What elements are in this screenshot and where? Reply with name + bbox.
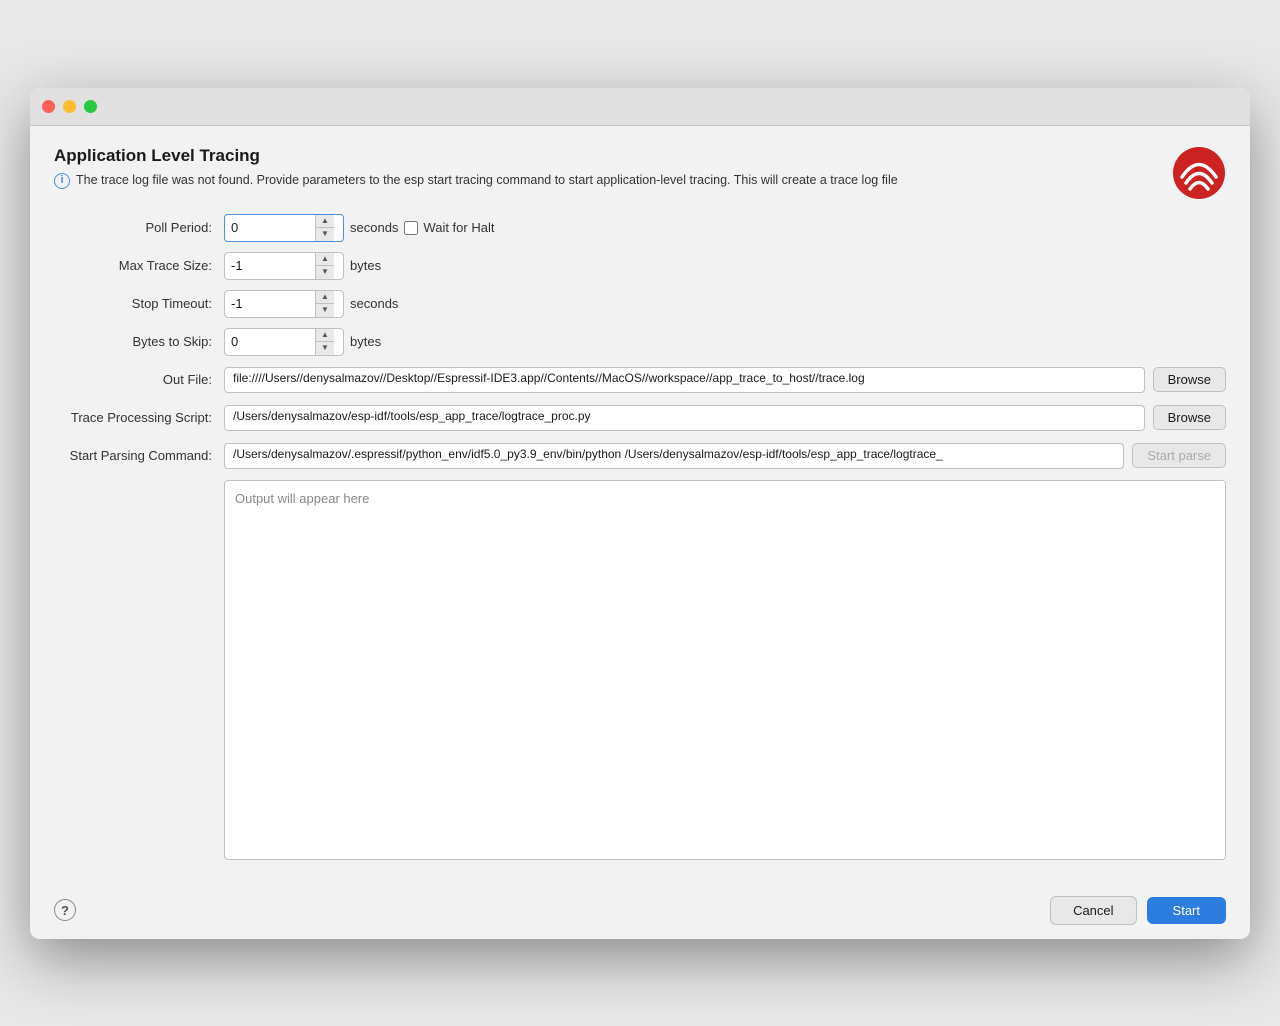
form-section: Poll Period: ▲ ▼ seconds Wait for Halt — [54, 214, 1226, 860]
bytes-to-skip-spinner[interactable]: ▲ ▼ — [224, 328, 344, 356]
max-trace-size-label: Max Trace Size: — [54, 258, 224, 273]
trace-processing-script-field[interactable]: /Users/denysalmazov/esp-idf/tools/esp_ap… — [224, 405, 1145, 431]
help-button[interactable]: ? — [54, 899, 76, 921]
max-trace-size-input[interactable] — [225, 255, 315, 276]
start-parsing-command-row: Start Parsing Command: /Users/denysalmaz… — [54, 442, 1226, 470]
poll-period-input[interactable] — [225, 217, 315, 238]
max-trace-size-unit: bytes — [350, 258, 381, 273]
start-parse-button[interactable]: Start parse — [1132, 443, 1226, 468]
poll-period-row: Poll Period: ▲ ▼ seconds Wait for Halt — [54, 214, 1226, 242]
trace-processing-browse-button[interactable]: Browse — [1153, 405, 1226, 430]
max-trace-size-spinner[interactable]: ▲ ▼ — [224, 252, 344, 280]
maximize-button[interactable] — [84, 100, 97, 113]
wait-for-halt-checkbox[interactable] — [404, 221, 418, 235]
info-row: i The trace log file was not found. Prov… — [54, 172, 1172, 190]
stop-timeout-increment[interactable]: ▲ — [316, 291, 334, 305]
footer-left: ? — [54, 899, 76, 921]
poll-period-decrement[interactable]: ▼ — [316, 228, 334, 241]
minimize-button[interactable] — [63, 100, 76, 113]
out-file-label: Out File: — [54, 372, 224, 387]
bytes-to-skip-spinner-btns: ▲ ▼ — [315, 329, 334, 355]
footer: ? Cancel Start — [30, 886, 1250, 939]
bytes-to-skip-input[interactable] — [225, 331, 315, 352]
out-file-controls: file:////Users//denysalmazov//Desktop//E… — [224, 367, 1226, 393]
stop-timeout-decrement[interactable]: ▼ — [316, 304, 334, 317]
content-area: Application Level Tracing i The trace lo… — [30, 126, 1250, 886]
stop-timeout-spinner[interactable]: ▲ ▼ — [224, 290, 344, 318]
titlebar — [30, 88, 1250, 126]
stop-timeout-input[interactable] — [225, 293, 315, 314]
poll-period-unit: seconds — [350, 220, 398, 235]
stop-timeout-controls: ▲ ▼ seconds — [224, 290, 1226, 318]
poll-period-label: Poll Period: — [54, 220, 224, 235]
trace-processing-script-row: Trace Processing Script: /Users/denysalm… — [54, 404, 1226, 432]
stop-timeout-label: Stop Timeout: — [54, 296, 224, 311]
output-placeholder: Output will appear here — [235, 491, 369, 506]
info-text: The trace log file was not found. Provid… — [76, 172, 898, 190]
out-file-browse-button[interactable]: Browse — [1153, 367, 1226, 392]
header-left: Application Level Tracing i The trace lo… — [54, 146, 1172, 190]
start-button[interactable]: Start — [1147, 897, 1226, 924]
bytes-to-skip-controls: ▲ ▼ bytes — [224, 328, 1226, 356]
start-parsing-command-field[interactable]: /Users/denysalmazov/.espressif/python_en… — [224, 443, 1124, 469]
poll-period-controls: ▲ ▼ seconds Wait for Halt — [224, 214, 1226, 242]
bytes-to-skip-label: Bytes to Skip: — [54, 334, 224, 349]
bytes-to-skip-decrement[interactable]: ▼ — [316, 342, 334, 355]
cancel-button[interactable]: Cancel — [1050, 896, 1136, 925]
main-window: Application Level Tracing i The trace lo… — [30, 88, 1250, 939]
poll-period-spinner-btns: ▲ ▼ — [315, 215, 334, 241]
espressif-logo — [1172, 146, 1226, 200]
start-parsing-command-controls: /Users/denysalmazov/.espressif/python_en… — [224, 443, 1226, 469]
output-area: Output will appear here — [224, 480, 1226, 860]
max-trace-size-controls: ▲ ▼ bytes — [224, 252, 1226, 280]
bytes-to-skip-unit: bytes — [350, 334, 381, 349]
max-trace-size-decrement[interactable]: ▼ — [316, 266, 334, 279]
stop-timeout-spinner-btns: ▲ ▼ — [315, 291, 334, 317]
wait-for-halt-wrap[interactable]: Wait for Halt — [404, 220, 494, 235]
max-trace-size-increment[interactable]: ▲ — [316, 253, 334, 267]
info-icon: i — [54, 173, 70, 189]
max-trace-size-row: Max Trace Size: ▲ ▼ bytes — [54, 252, 1226, 280]
stop-timeout-unit: seconds — [350, 296, 398, 311]
poll-period-spinner[interactable]: ▲ ▼ — [224, 214, 344, 242]
page-title: Application Level Tracing — [54, 146, 1172, 166]
header-row: Application Level Tracing i The trace lo… — [54, 146, 1226, 200]
out-file-row: Out File: file:////Users//denysalmazov//… — [54, 366, 1226, 394]
trace-processing-script-controls: /Users/denysalmazov/esp-idf/tools/esp_ap… — [224, 405, 1226, 431]
stop-timeout-row: Stop Timeout: ▲ ▼ seconds — [54, 290, 1226, 318]
bytes-to-skip-increment[interactable]: ▲ — [316, 329, 334, 343]
bytes-to-skip-row: Bytes to Skip: ▲ ▼ bytes — [54, 328, 1226, 356]
trace-processing-script-label: Trace Processing Script: — [54, 410, 224, 425]
output-row: Output will appear here — [54, 480, 1226, 860]
footer-right: Cancel Start — [1050, 896, 1226, 925]
max-trace-size-spinner-btns: ▲ ▼ — [315, 253, 334, 279]
start-parsing-command-label: Start Parsing Command: — [54, 448, 224, 463]
out-file-field[interactable]: file:////Users//denysalmazov//Desktop//E… — [224, 367, 1145, 393]
poll-period-increment[interactable]: ▲ — [316, 215, 334, 229]
close-button[interactable] — [42, 100, 55, 113]
wait-for-halt-label: Wait for Halt — [423, 220, 494, 235]
